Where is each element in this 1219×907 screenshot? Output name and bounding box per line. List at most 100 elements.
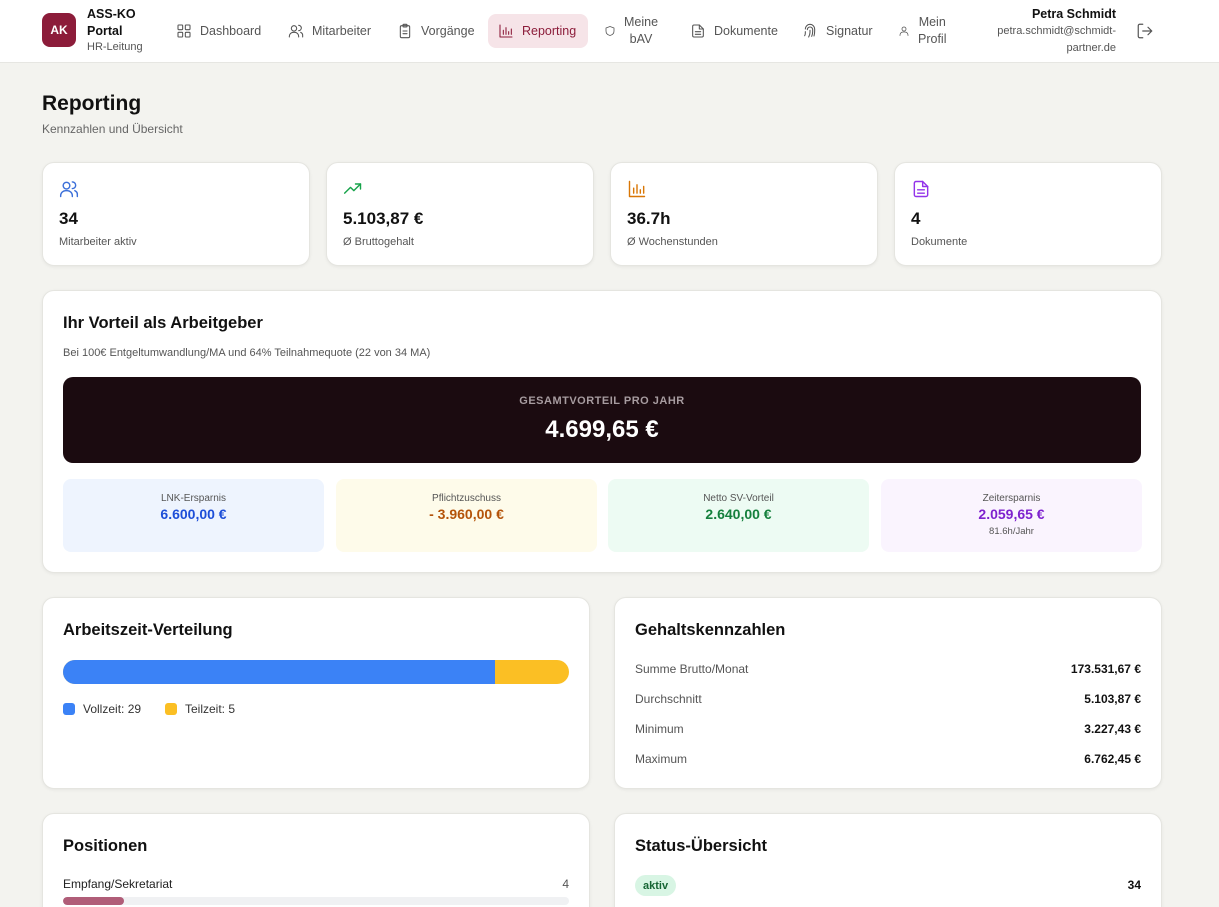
salary-row-value: 5.103,87 € <box>1084 692 1141 706</box>
clipboard-icon <box>399 23 411 39</box>
tile-value: 2.059,65 € <box>978 506 1045 522</box>
advantage-subtitle: Bei 100€ Entgeltumwandlung/MA und 64% Te… <box>63 347 431 359</box>
total-advantage-value: 4.699,65 € <box>545 416 659 443</box>
nav-dokumente-label: Dokumente <box>714 24 778 38</box>
fulltime-bar-segment <box>63 660 495 684</box>
tile-label: LNK-Ersparnis <box>160 493 227 504</box>
nav-dashboard-label: Dashboard <box>200 24 262 38</box>
users-icon <box>59 181 79 198</box>
tile-value: 2.640,00 € <box>705 506 772 522</box>
salary-row-maximum: Maximum 6.762,45 € <box>635 752 1141 766</box>
status-title: Status-Übersicht <box>635 837 768 855</box>
status-badge: aktiv <box>635 875 677 896</box>
advantage-title: Ihr Vorteil als Arbeitgeber <box>63 314 263 332</box>
fingerprint-icon <box>804 23 816 38</box>
nav-mitarbeiter-label: Mitarbeiter <box>312 24 372 38</box>
legend-fulltime: Vollzeit: 29 <box>63 702 141 716</box>
nav-mein-profil[interactable]: Mein Profil <box>888 14 956 48</box>
salary-row-sum: Summe Brutto/Monat 173.531,67 € <box>635 662 1141 676</box>
position-count: 4 <box>562 877 569 891</box>
nav-mein-profil-label: Mein Profil <box>918 15 947 46</box>
tile-label: Pflichtzuschuss <box>432 493 501 504</box>
tile-value: - 3.960,00 € <box>429 506 504 522</box>
kpi-label: Mitarbeiter aktiv <box>59 236 137 248</box>
bar-chart-icon <box>628 180 646 198</box>
logout-icon <box>1137 23 1153 39</box>
position-bar <box>63 897 569 905</box>
salary-row-value: 3.227,43 € <box>1084 722 1141 736</box>
position-label: Empfang/Sekretariat <box>63 877 173 891</box>
app-name-line2: Portal <box>87 24 123 38</box>
nav-dokumente[interactable]: Dokumente <box>680 14 788 48</box>
salary-row-average: Durchschnitt 5.103,87 € <box>635 692 1141 706</box>
tile-value: 6.600,00 € <box>160 506 227 522</box>
app-brand: ASS-KO Portal HR-Leitung <box>87 6 157 55</box>
parttime-legend-swatch <box>165 703 177 715</box>
positions-title: Positionen <box>63 837 148 855</box>
tile-net-sv-advantage: Netto SV-Vorteil 2.640,00 € <box>608 479 869 552</box>
document-icon <box>692 24 704 38</box>
nav-vorgaenge[interactable]: Vorgänge <box>387 14 485 48</box>
salary-title: Gehaltskennzahlen <box>635 621 786 639</box>
salary-row-label: Durchschnitt <box>635 692 702 706</box>
shield-icon <box>605 26 615 36</box>
salary-row-minimum: Minimum 3.227,43 € <box>635 722 1141 736</box>
fulltime-legend-swatch <box>63 703 75 715</box>
parttime-legend-label: Teilzeit: 5 <box>185 702 236 716</box>
kpi-card-hours: 36.7h Ø Wochenstunden <box>610 162 878 266</box>
app-logo[interactable]: AK <box>42 13 76 47</box>
user-info: Petra Schmidt petra.schmidt@schmidt-part… <box>991 6 1116 57</box>
salary-row-value: 173.531,67 € <box>1070 662 1141 676</box>
user-email: petra.schmidt@schmidt-partner.de <box>997 25 1116 54</box>
tile-note: 81.6h/Jahr <box>989 526 1034 537</box>
nav-meine-bav-label: Meine bAV <box>624 15 659 46</box>
total-advantage-panel: GESAMTVORTEIL PRO JAHR 4.699,65 € <box>63 377 1141 463</box>
kpi-label: Ø Wochenstunden <box>627 236 718 248</box>
tile-time-savings: Zeitersparnis 2.059,65 € 81.6h/Jahr <box>881 479 1142 552</box>
bar-chart-icon <box>499 24 513 38</box>
top-navigation-bar: AK ASS-KO Portal HR-Leitung Dashboard Mi… <box>0 0 1219 63</box>
positions-card: Positionen Empfang/Sekretariat 4 <box>42 813 590 907</box>
legend-parttime: Teilzeit: 5 <box>165 702 235 716</box>
kpi-card-salary: 5.103,87 € Ø Bruttogehalt <box>326 162 594 266</box>
grid-icon <box>177 24 191 38</box>
tile-lnk-savings: LNK-Ersparnis 6.600,00 € <box>63 479 324 552</box>
nav-vorgaenge-label: Vorgänge <box>421 24 475 38</box>
app-name-line1: ASS-KO <box>87 7 136 21</box>
kpi-label: Ø Bruttogehalt <box>343 236 414 248</box>
kpi-card-documents: 4 Dokumente <box>894 162 1162 266</box>
nav-signatur[interactable]: Signatur <box>792 14 883 48</box>
total-advantage-label: GESAMTVORTEIL PRO JAHR <box>519 395 685 407</box>
status-count: 34 <box>1127 878 1141 892</box>
nav-reporting[interactable]: Reporting <box>488 14 588 48</box>
nav-reporting-label: Reporting <box>522 24 577 38</box>
user-icon <box>899 26 909 36</box>
nav-dashboard[interactable]: Dashboard <box>166 14 271 48</box>
user-role: HR-Leitung <box>87 41 143 53</box>
employer-advantage-card: Ihr Vorteil als Arbeitgeber Bei 100€ Ent… <box>42 290 1162 573</box>
kpi-card-employees: 34 Mitarbeiter aktiv <box>42 162 310 266</box>
logout-button[interactable] <box>1136 22 1154 40</box>
kpi-value: 5.103,87 € <box>343 209 424 228</box>
worktime-distribution-card: Arbeitszeit-Verteilung Vollzeit: 29 Teil… <box>42 597 590 789</box>
user-name: Petra Schmidt <box>1031 7 1116 21</box>
nav-meine-bav[interactable]: Meine bAV <box>594 14 668 48</box>
kpi-value: 4 <box>911 209 921 228</box>
salary-row-value: 6.762,45 € <box>1084 752 1141 766</box>
page-subtitle: Kennzahlen und Übersicht <box>42 122 183 136</box>
worktime-title: Arbeitszeit-Verteilung <box>63 621 233 639</box>
users-icon <box>288 24 304 38</box>
document-icon <box>913 180 929 198</box>
nav-mitarbeiter[interactable]: Mitarbeiter <box>278 14 381 48</box>
tile-label: Zeitersparnis <box>982 493 1041 504</box>
kpi-value: 36.7h <box>627 209 671 228</box>
tile-mandatory-subsidy: Pflichtzuschuss - 3.960,00 € <box>336 479 597 552</box>
salary-row-label: Maximum <box>635 752 688 766</box>
fulltime-legend-label: Vollzeit: 29 <box>83 702 142 716</box>
kpi-label: Dokumente <box>911 236 968 248</box>
kpi-value: 34 <box>59 209 78 228</box>
trending-up-icon <box>343 183 362 194</box>
salary-metrics-card: Gehaltskennzahlen Summe Brutto/Monat 173… <box>614 597 1162 789</box>
salary-row-label: Summe Brutto/Monat <box>635 662 749 676</box>
tile-label: Netto SV-Vorteil <box>703 493 774 504</box>
